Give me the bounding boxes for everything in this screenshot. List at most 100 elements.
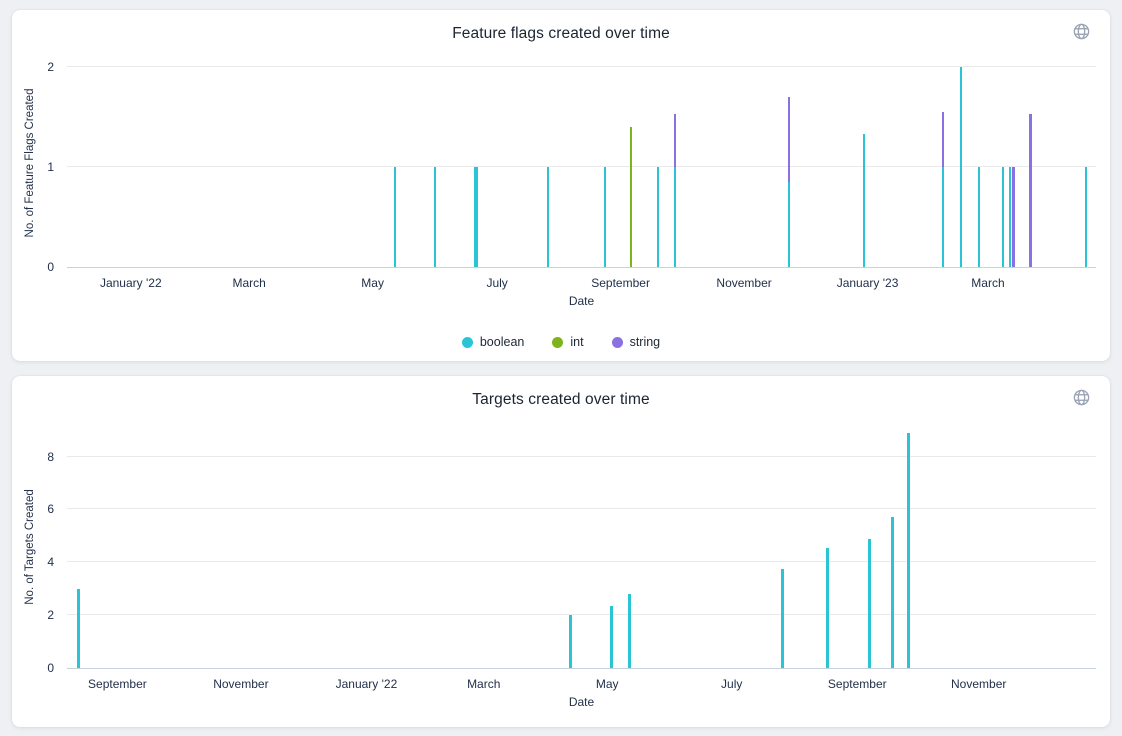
gridline xyxy=(67,614,1096,615)
x-axis-tick-label: July xyxy=(721,677,742,691)
chart-bar xyxy=(1009,60,1012,267)
bar-segment-targets xyxy=(77,589,80,668)
chart-bar xyxy=(434,60,437,267)
chart-bar xyxy=(826,427,829,668)
legend-item-int[interactable]: int xyxy=(552,335,583,349)
chart-bar xyxy=(942,60,945,267)
y-axis-tick-label: 1 xyxy=(47,161,54,173)
targets-x-axis-title: Date xyxy=(569,695,594,709)
bar-segment-string xyxy=(1029,114,1032,267)
x-axis-tick-label: September xyxy=(591,276,650,290)
chart-bar xyxy=(978,60,981,267)
bar-segment-int xyxy=(630,127,633,267)
bar-segment-boolean xyxy=(1009,167,1012,267)
bar-segment-boolean xyxy=(394,167,397,267)
flags-chart-legend: boolean int string xyxy=(12,335,1110,349)
bar-segment-boolean xyxy=(604,167,607,267)
bar-segment-boolean xyxy=(547,167,550,267)
x-axis-tick-label: March xyxy=(971,276,1004,290)
feature-flags-chart-title: Feature flags created over time xyxy=(12,25,1110,43)
chart-bar xyxy=(1012,60,1015,267)
bar-segment-string xyxy=(942,112,945,167)
flags-y-axis-title: No. of Feature Flags Created xyxy=(24,89,36,238)
y-axis-tick-label: 8 xyxy=(47,451,54,463)
chart-bar xyxy=(630,60,633,267)
legend-item-string[interactable]: string xyxy=(612,335,661,349)
legend-color-dot xyxy=(552,337,563,348)
x-axis-tick-label: May xyxy=(596,677,619,691)
bar-segment-targets xyxy=(610,606,613,668)
bar-segment-boolean xyxy=(1002,167,1005,267)
feature-flags-plot-area: Date 012January '22MarchMayJulySeptember… xyxy=(67,60,1096,268)
bar-segment-targets xyxy=(781,569,784,668)
legend-label: int xyxy=(570,335,583,349)
flags-x-axis-title: Date xyxy=(569,294,594,308)
x-axis-tick-label: September xyxy=(88,677,147,691)
x-axis-tick-label: November xyxy=(951,677,1006,691)
legend-label: boolean xyxy=(480,335,525,349)
bar-segment-targets xyxy=(868,539,871,668)
y-axis-tick-label: 4 xyxy=(47,556,54,568)
y-axis-tick-label: 0 xyxy=(47,662,54,674)
chart-bar xyxy=(868,427,871,668)
chart-bar xyxy=(628,427,631,668)
chart-bar xyxy=(1085,60,1088,267)
y-axis-tick-label: 0 xyxy=(47,261,54,273)
bar-segment-boolean xyxy=(434,167,437,267)
legend-color-dot xyxy=(612,337,623,348)
x-axis-tick-label: January '22 xyxy=(100,276,162,290)
x-axis-tick-label: March xyxy=(467,677,500,691)
x-axis-tick-label: July xyxy=(486,276,507,290)
chart-bar xyxy=(547,60,550,267)
x-axis-tick-label: January '22 xyxy=(336,677,398,691)
globe-icon xyxy=(1072,22,1091,44)
gridline xyxy=(67,456,1096,457)
chart-bar xyxy=(863,60,866,267)
chart-bar xyxy=(1029,60,1032,267)
chart-bar xyxy=(569,427,572,668)
globe-icon xyxy=(1072,388,1091,410)
legend-color-dot xyxy=(462,337,473,348)
gridline xyxy=(67,508,1096,509)
chart-bar xyxy=(788,60,791,267)
bar-segment-string xyxy=(674,114,677,167)
targets-chart-globe-button[interactable] xyxy=(1070,388,1092,410)
bar-segment-targets xyxy=(826,548,829,668)
chart-bar xyxy=(604,60,607,267)
gridline xyxy=(67,66,1096,67)
feature-flags-chart-card: Feature flags created over time No. of F… xyxy=(12,10,1110,361)
targets-chart-title: Targets created over time xyxy=(12,391,1110,409)
bar-segment-boolean xyxy=(978,167,981,267)
chart-bar xyxy=(907,427,910,668)
targets-chart-card: Targets created over time No. of Targets… xyxy=(12,376,1110,727)
chart-bar xyxy=(610,427,613,668)
x-axis-tick-label: September xyxy=(828,677,887,691)
bar-segment-targets xyxy=(628,594,631,668)
bar-segment-string xyxy=(1012,167,1015,267)
gridline xyxy=(67,166,1096,167)
bar-segment-boolean xyxy=(788,182,791,267)
chart-bar xyxy=(394,60,397,267)
targets-plot-area: Date 02468SeptemberNovemberJanuary '22Ma… xyxy=(67,427,1096,669)
legend-label: string xyxy=(630,335,661,349)
targets-y-axis-title: No. of Targets Created xyxy=(24,489,36,605)
bar-segment-boolean xyxy=(942,167,945,267)
y-axis-tick-label: 6 xyxy=(47,503,54,515)
chart-bar xyxy=(960,60,963,267)
y-axis-tick-label: 2 xyxy=(47,609,54,621)
bar-segment-targets xyxy=(891,517,894,668)
y-axis-tick-label: 2 xyxy=(47,61,54,73)
x-axis-tick-label: January '23 xyxy=(837,276,899,290)
chart-bar xyxy=(77,427,80,668)
bar-segment-boolean xyxy=(960,67,963,267)
bar-segment-boolean xyxy=(674,167,677,267)
x-axis-tick-label: May xyxy=(361,276,384,290)
bar-segment-string xyxy=(788,97,791,182)
legend-item-boolean[interactable]: boolean xyxy=(462,335,525,349)
x-axis-tick-label: November xyxy=(716,276,771,290)
bar-segment-boolean xyxy=(1085,167,1088,267)
chart-bar xyxy=(891,427,894,668)
bar-segment-targets xyxy=(907,433,910,668)
bar-segment-targets xyxy=(569,615,572,668)
flags-chart-globe-button[interactable] xyxy=(1070,22,1092,44)
